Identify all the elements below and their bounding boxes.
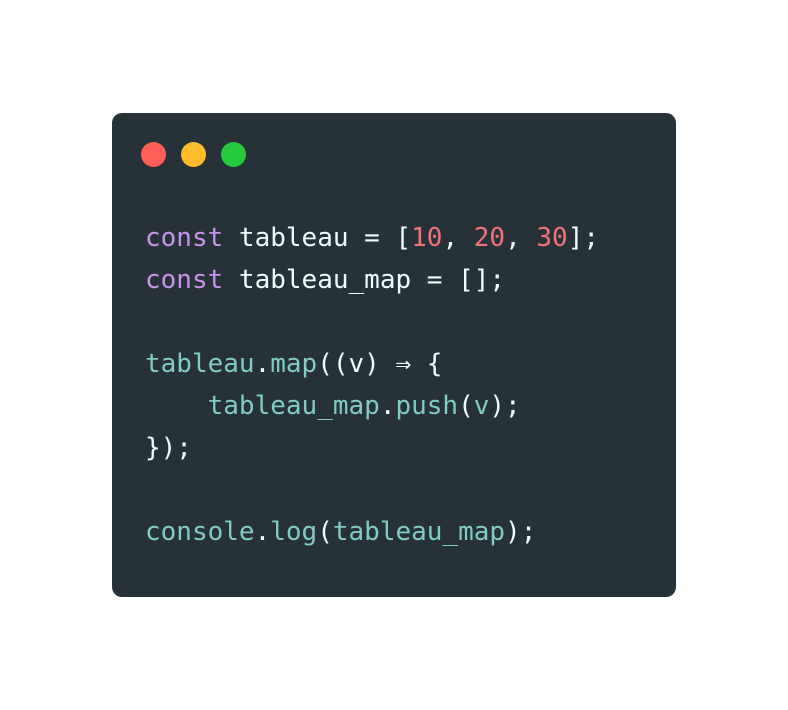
number-literal: 10 <box>411 223 443 253</box>
code-line-1: const tableau = [10, 20, 30]; <box>145 217 599 259</box>
minimize-window-icon[interactable] <box>181 142 206 167</box>
object-identifier: tableau_map <box>207 391 380 421</box>
method-name: log <box>270 517 318 547</box>
declaration-text: tableau = [ <box>223 223 412 253</box>
member-dot: . <box>254 517 271 547</box>
arrow-function-text: ((v) ⇒ { <box>317 349 443 379</box>
object-identifier: console <box>145 517 255 547</box>
code-line-8: console.log(tableau_map); <box>145 511 599 553</box>
code-line-6: }); <box>145 427 599 469</box>
code-block: const tableau = [10, 20, 30]; const table… <box>145 217 599 553</box>
number-literal: 30 <box>536 223 568 253</box>
declaration-text: tableau_map = []; <box>223 265 506 295</box>
argument-identifier: tableau_map <box>332 517 506 547</box>
window-controls <box>141 142 246 167</box>
separator: , <box>442 223 474 253</box>
separator: , <box>505 223 537 253</box>
method-name: push <box>395 391 459 421</box>
argument-identifier: v <box>473 391 490 421</box>
close-window-icon[interactable] <box>141 142 166 167</box>
paren-close: ); <box>489 391 521 421</box>
code-window: const tableau = [10, 20, 30]; const table… <box>112 113 676 597</box>
number-literal: 20 <box>473 223 506 253</box>
member-dot: . <box>254 349 271 379</box>
paren-open: ( <box>458 391 474 421</box>
maximize-window-icon[interactable] <box>221 142 246 167</box>
member-dot: . <box>379 391 396 421</box>
method-name: map <box>270 349 318 379</box>
code-line-2: const tableau_map = []; <box>145 259 599 301</box>
array-close: ]; <box>567 223 599 253</box>
keyword-const: const <box>145 223 224 253</box>
paren-open: ( <box>317 517 333 547</box>
object-identifier: tableau <box>145 349 255 379</box>
code-line-4: tableau.map((v) ⇒ { <box>145 343 599 385</box>
closing-brace: }); <box>145 433 192 463</box>
keyword-const: const <box>145 265 224 295</box>
paren-close: ); <box>505 517 537 547</box>
code-line-5: tableau_map.push(v); <box>145 385 599 427</box>
